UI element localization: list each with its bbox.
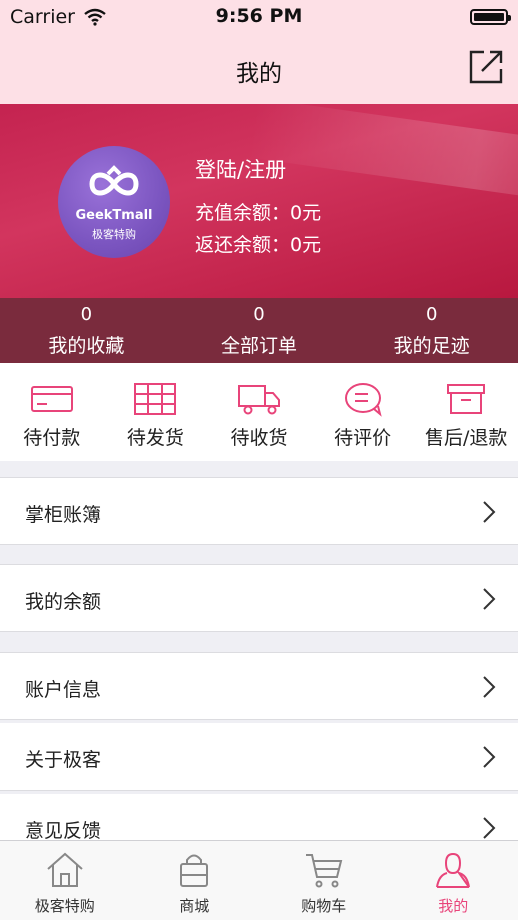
status-time: 9:56 PM [215,5,303,27]
user-icon [436,852,471,888]
truck-icon [237,385,280,415]
tab-cart[interactable]: 购物车 [259,841,389,920]
order-status-row: 待付款 待发货 待收货 待评价 售后/退款 [0,363,518,461]
nav-bar: 我的 [0,34,518,104]
order-after-sales[interactable]: 售后/退款 [414,363,518,461]
menu-item-label: 账户信息 [25,679,102,701]
menu-item-balance[interactable]: 我的余额 [0,564,518,632]
stats-bar: 0 我的收藏 0 全部订单 0 我的足迹 [0,298,518,363]
menu-item-label: 关于极客 [25,749,102,771]
avatar[interactable]: GeekTmall 极客特购 [58,146,170,258]
refund-balance: 返还余额：0元 [195,234,322,256]
menu-item-account-info[interactable]: 账户信息 [0,652,518,720]
share-icon[interactable] [468,49,504,85]
menu-item-label: 掌柜账簿 [25,504,102,526]
shopping-bag-icon [180,854,209,887]
profile-header: GeekTmall 极客特购 登陆/注册 充值余额：0元 返还余额：0元 [0,104,518,298]
stat-all-orders[interactable]: 0 全部订单 [173,298,346,363]
page-title: 我的 [236,61,282,87]
menu-item-label: 意见反馈 [25,820,102,842]
order-label: 售后/退款 [424,427,508,449]
return-box-icon [447,384,486,414]
order-label: 待收货 [230,427,288,449]
stat-count: 0 [80,304,93,325]
stat-count: 0 [425,304,438,325]
card-icon [30,386,73,412]
chevron-right-icon [483,501,496,523]
order-pending-shipment[interactable]: 待发货 [104,363,208,461]
cart-icon [305,854,343,888]
chat-icon [344,383,382,417]
order-pending-receipt[interactable]: 待收货 [207,363,311,461]
menu-item-label: 我的余额 [25,591,102,613]
menu-item-ledger[interactable]: 掌柜账簿 [0,477,518,545]
menu-item-about[interactable]: 关于极客 [0,723,518,791]
stat-label: 我的收藏 [48,335,125,357]
tab-bar: 极客特购 商城 购物车 我的 [0,840,518,920]
tab-label: 商城 [179,897,210,915]
home-icon [47,852,83,887]
battery-icon [470,9,511,25]
stat-count: 0 [253,304,265,325]
tab-home[interactable]: 极客特购 [0,841,130,920]
brand-name: GeekTmall [75,208,153,223]
tab-mall[interactable]: 商城 [130,841,260,920]
login-register-link[interactable]: 登陆/注册 [195,154,286,184]
chevron-right-icon [483,817,496,839]
chevron-right-icon [483,588,496,610]
order-label: 待付款 [23,427,81,449]
brand-subtitle: 极客特购 [92,228,136,241]
order-label: 待评价 [334,427,392,449]
stat-label: 全部订单 [221,335,298,357]
status-bar: Carrier 9:56 PM [0,0,518,34]
chevron-right-icon [483,746,496,768]
tab-label: 我的 [438,897,469,915]
tab-label: 购物车 [301,897,347,915]
order-pending-payment[interactable]: 待付款 [0,363,104,461]
order-label: 待发货 [126,427,184,449]
stat-favorites[interactable]: 0 我的收藏 [0,298,173,363]
stat-footprints[interactable]: 0 我的足迹 [345,298,518,363]
chevron-right-icon [483,676,496,698]
package-grid-icon [134,383,177,415]
geektmall-logo-icon [89,165,139,196]
tab-label: 极客特购 [34,897,95,915]
order-pending-review[interactable]: 待评价 [311,363,415,461]
stat-label: 我的足迹 [393,335,470,357]
tab-me[interactable]: 我的 [389,841,518,920]
recharge-balance: 充值余额：0元 [195,202,322,224]
